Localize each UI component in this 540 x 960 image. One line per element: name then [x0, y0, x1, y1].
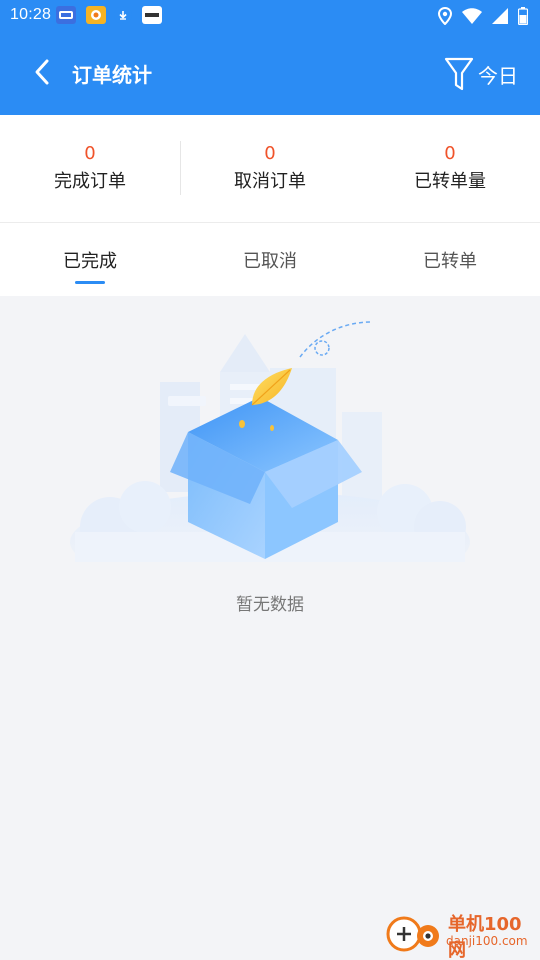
- status-indicators: [437, 6, 529, 29]
- site-watermark: 单机100网 danji100.com: [384, 908, 534, 960]
- stat-label: 已转单量: [414, 170, 486, 192]
- order-stats-panel: 0 完成订单 0 取消订单 0 已转单量: [0, 115, 540, 223]
- battery-icon: [517, 7, 529, 29]
- empty-state-text: 暂无数据: [236, 595, 304, 615]
- watermark-url: danji100.com: [446, 934, 528, 948]
- stat-divider: [180, 141, 181, 195]
- download-icon: [114, 6, 132, 24]
- watermark-logo: [386, 916, 439, 952]
- ad-app-icon: [56, 6, 76, 24]
- stat-transferred-orders: 0 已转单量: [360, 115, 540, 222]
- top-bar: 10:28 订单统计 今日: [0, 0, 540, 115]
- order-statistics-screen: 10:28 订单统计 今日 0 完成订单 0 取消订单 0 已转单量 已完成 已…: [0, 0, 540, 960]
- back-button[interactable]: [24, 54, 60, 90]
- order-tabs: 已完成 已取消 已转单: [0, 223, 540, 296]
- page-title: 订单统计: [72, 63, 152, 87]
- tab-label: 已取消: [243, 250, 297, 272]
- active-tab-indicator: [75, 281, 105, 284]
- filter-icon: [444, 57, 474, 91]
- status-time: 10:28: [10, 6, 52, 23]
- location-icon: [437, 6, 453, 29]
- stat-value: 0: [444, 142, 456, 164]
- wifi-icon: [462, 8, 482, 28]
- stat-value: 0: [84, 142, 96, 164]
- stat-label: 完成订单: [54, 170, 126, 192]
- tab-label: 已完成: [63, 250, 117, 272]
- browser-app-icon: [142, 6, 162, 24]
- game-app-icon: [86, 6, 106, 24]
- empty-box-illustration: [60, 321, 480, 582]
- chevron-left-icon: [35, 59, 49, 85]
- tab-label: 已转单: [423, 250, 477, 272]
- tab-completed[interactable]: 已完成: [0, 223, 180, 296]
- status-bar: 10:28: [0, 0, 540, 32]
- filter-label: 今日: [478, 63, 518, 88]
- stat-completed-orders: 0 完成订单: [0, 115, 180, 222]
- tab-cancelled[interactable]: 已取消: [180, 223, 360, 296]
- app-header: 订单统计 今日: [0, 32, 540, 115]
- stat-label: 取消订单: [234, 170, 306, 192]
- signal-icon: [492, 8, 508, 28]
- date-filter-button[interactable]: 今日: [444, 54, 518, 94]
- stat-value: 0: [264, 142, 276, 164]
- stat-cancelled-orders: 0 取消订单: [180, 115, 360, 222]
- tab-transferred[interactable]: 已转单: [360, 223, 540, 296]
